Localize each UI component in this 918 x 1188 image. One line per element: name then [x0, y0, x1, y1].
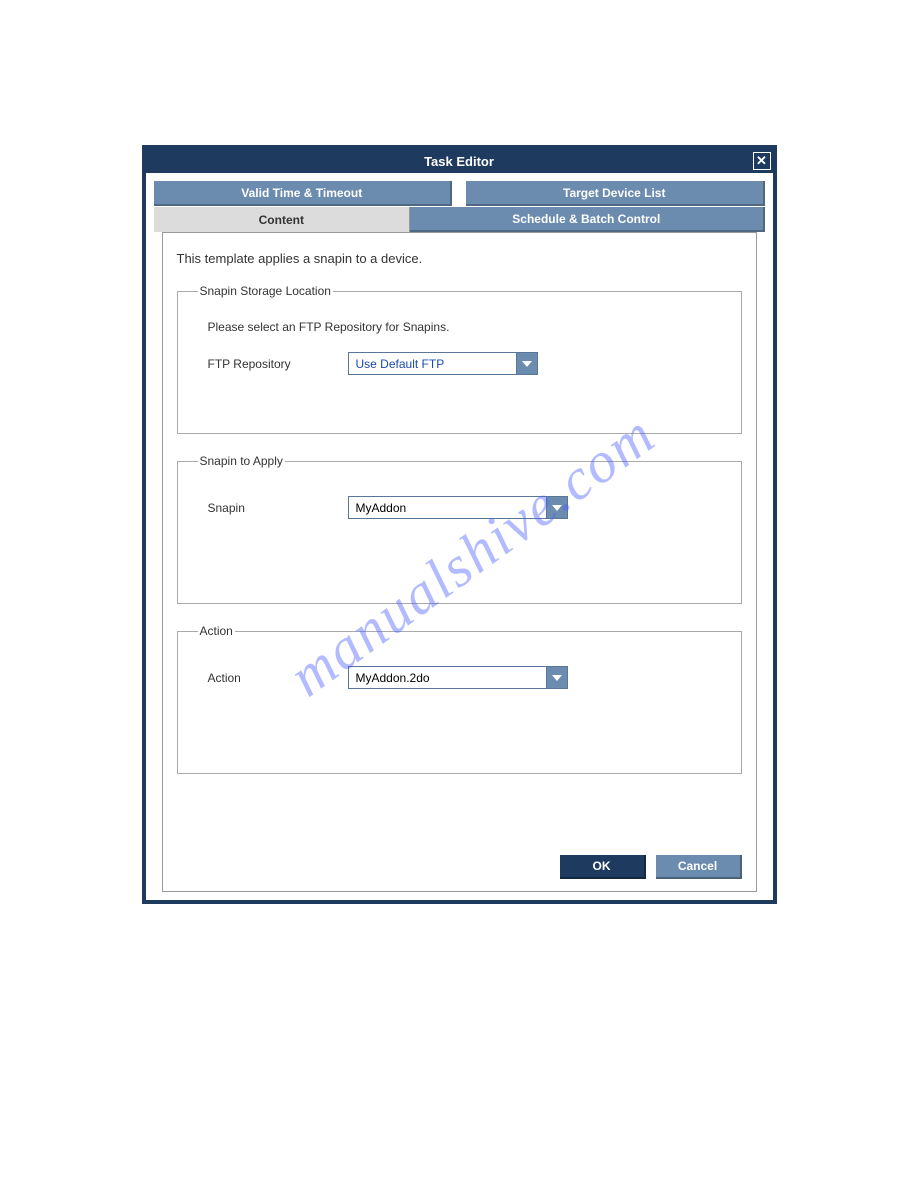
close-button[interactable]: ✕ [753, 152, 771, 170]
tab-label: Content [259, 213, 304, 227]
tab-label: Target Device List [563, 186, 665, 200]
tab-area: Valid Time & Timeout Target Device List … [146, 173, 773, 892]
intro-text: This template applies a snapin to a devi… [177, 251, 742, 266]
chevron-down-icon [546, 667, 567, 688]
ftp-repository-select[interactable]: Use Default FTP [348, 352, 538, 375]
form-row-action: Action MyAddon.2do [198, 666, 721, 689]
tab-schedule-batch[interactable]: Schedule & Batch Control [410, 207, 764, 232]
task-editor-dialog: Task Editor ✕ Valid Time & Timeout Targe… [142, 145, 777, 904]
cancel-button[interactable]: Cancel [656, 855, 742, 879]
chevron-down-icon [516, 353, 537, 374]
tab-row-lower: Content Schedule & Batch Control [154, 207, 765, 232]
close-icon: ✕ [756, 153, 767, 169]
group-action: Action Action MyAddon.2do [177, 624, 742, 774]
storage-hint: Please select an FTP Repository for Snap… [208, 320, 721, 334]
select-value: Use Default FTP [349, 353, 516, 374]
ftp-label: FTP Repository [198, 357, 348, 371]
dialog-title: Task Editor [424, 154, 494, 169]
content-panel: This template applies a snapin to a devi… [162, 232, 757, 892]
group-legend: Snapin to Apply [198, 454, 285, 468]
snapin-select[interactable]: MyAddon [348, 496, 568, 519]
button-row: OK Cancel [177, 841, 742, 879]
ok-button[interactable]: OK [560, 855, 646, 879]
group-snapin-apply: Snapin to Apply Snapin MyAddon [177, 454, 742, 604]
select-value: MyAddon [349, 497, 546, 518]
tab-row-upper: Valid Time & Timeout Target Device List [154, 181, 765, 206]
titlebar: Task Editor ✕ [146, 149, 773, 173]
group-legend: Action [198, 624, 235, 638]
tab-target-device-list[interactable]: Target Device List [466, 181, 765, 206]
select-value: MyAddon.2do [349, 667, 546, 688]
tab-label: Schedule & Batch Control [512, 212, 660, 226]
form-row-ftp: FTP Repository Use Default FTP [198, 352, 721, 375]
tab-content[interactable]: Content [154, 207, 411, 232]
tab-valid-time[interactable]: Valid Time & Timeout [154, 181, 453, 206]
group-legend: Snapin Storage Location [198, 284, 333, 298]
action-select[interactable]: MyAddon.2do [348, 666, 568, 689]
group-snapin-storage: Snapin Storage Location Please select an… [177, 284, 742, 434]
form-row-snapin: Snapin MyAddon [198, 496, 721, 519]
action-label: Action [198, 671, 348, 685]
tab-label: Valid Time & Timeout [241, 186, 362, 200]
chevron-down-icon [546, 497, 567, 518]
snapin-label: Snapin [198, 501, 348, 515]
